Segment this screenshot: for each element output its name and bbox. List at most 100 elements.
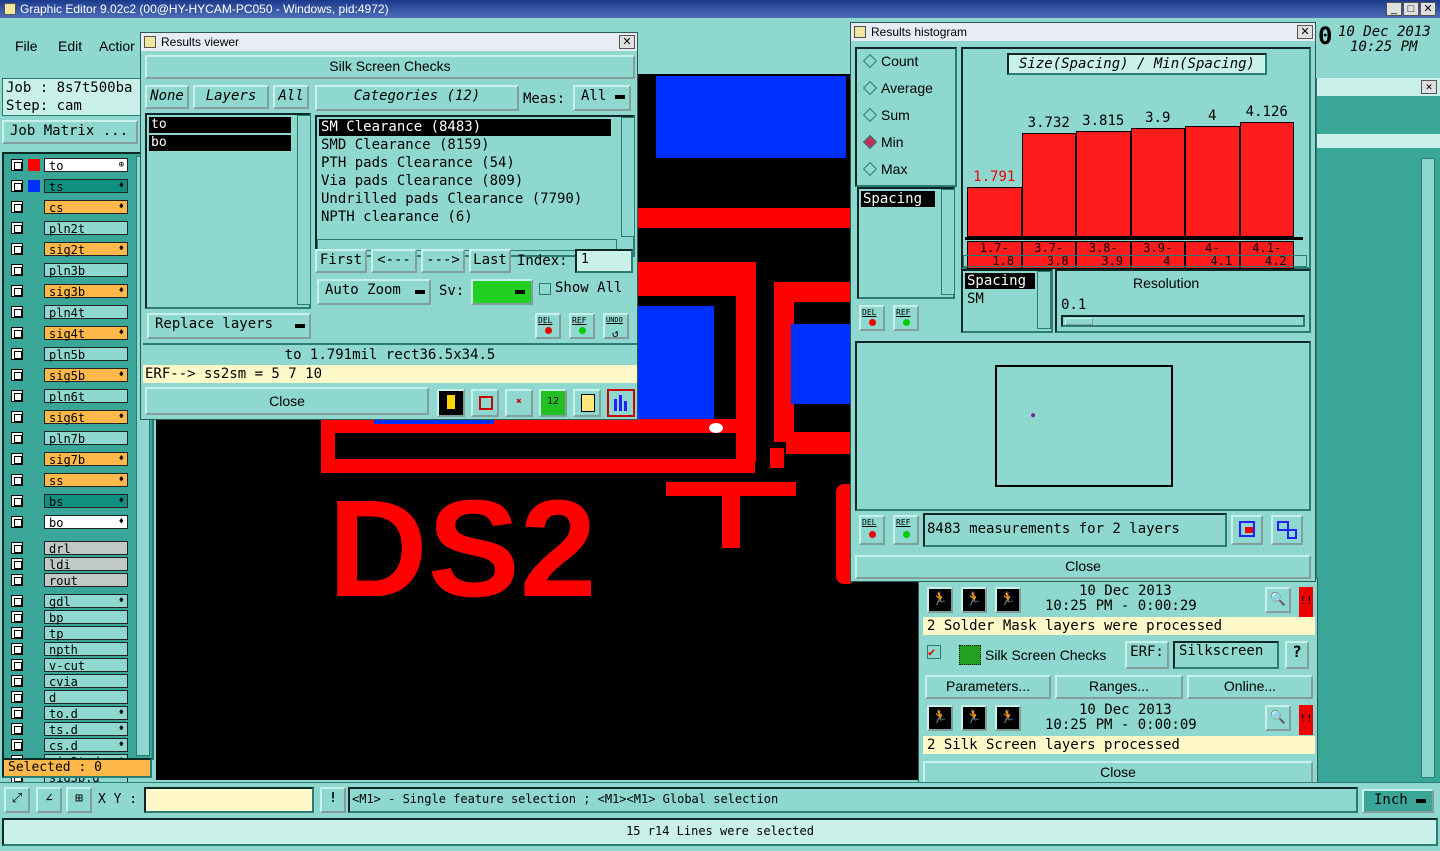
highlight-tool-icon[interactable]	[437, 389, 465, 417]
layer-checkbox[interactable]	[11, 243, 23, 255]
layer-row-sig6t[interactable]: sig6t ♦	[8, 410, 128, 425]
erf-input[interactable]: Silkscreen	[1173, 641, 1279, 669]
zoom-icon[interactable]: 🔍	[1265, 587, 1291, 613]
meas-select[interactable]: All	[573, 85, 631, 111]
layer-row-to-d[interactable]: to.d ♦	[8, 706, 128, 721]
layer-checkbox[interactable]	[11, 659, 23, 671]
chart-hscroll[interactable]	[963, 255, 1307, 267]
all-button[interactable]: All	[273, 85, 309, 109]
layer-row-ss[interactable]: ss ♦	[8, 473, 128, 488]
run-icon[interactable]: 🏃	[927, 705, 953, 731]
report-icon[interactable]	[573, 389, 601, 417]
erf-red-icon[interactable]	[471, 389, 499, 417]
undo-button[interactable]: UNDO ↺	[603, 313, 629, 340]
parameters-button[interactable]: Parameters...	[925, 675, 1051, 699]
layer-checkbox[interactable]	[11, 453, 23, 465]
replace-layers-select[interactable]: Replace layers	[147, 313, 311, 339]
online-button[interactable]: Online...	[1187, 675, 1313, 699]
layer-row-v-cut[interactable]: v-cut	[8, 658, 128, 673]
check-enabled-icon[interactable]: ✔	[927, 645, 941, 659]
layer-row-bs[interactable]: bs ♦	[8, 494, 128, 509]
layer-checkbox[interactable]	[11, 411, 23, 423]
layer-row-pln2t[interactable]: pln2t	[8, 221, 128, 236]
histogram-bar[interactable]	[1076, 131, 1131, 237]
xy-input[interactable]	[144, 787, 314, 813]
categories-scrollbar[interactable]	[621, 117, 635, 237]
stop-run-icon[interactable]: 🏃	[995, 705, 1021, 731]
show-all-checkbox[interactable]	[539, 283, 551, 295]
layer-row-ts[interactable]: ts ♦	[8, 179, 128, 194]
sv-select[interactable]	[471, 279, 533, 305]
none-button[interactable]: None	[145, 85, 189, 109]
layer-checkbox[interactable]	[11, 390, 23, 402]
layer-row-sig5b[interactable]: sig5b ♦	[8, 368, 128, 383]
categories-button[interactable]: Categories (12)	[315, 85, 519, 111]
run-all-icon[interactable]: 🏃	[961, 705, 987, 731]
category-item[interactable]: NPTH clearance (6)	[319, 209, 473, 226]
layer-checkbox[interactable]	[11, 327, 23, 339]
job-matrix-button[interactable]: Job Matrix ...	[2, 120, 138, 144]
layer-checkbox[interactable]	[11, 159, 23, 171]
right-scrollbar[interactable]	[1421, 158, 1435, 778]
histogram-titlebar[interactable]: Results histogram ✕	[851, 23, 1315, 41]
layer-row-cs-d[interactable]: cs.d ♦	[8, 738, 128, 753]
layer-row-sig7b[interactable]: sig7b ♦	[8, 452, 128, 467]
layer-row-drl[interactable]: drl	[8, 541, 128, 556]
histogram-close-button[interactable]: Close	[855, 555, 1311, 579]
layer-checkbox[interactable]	[11, 595, 23, 607]
category-item[interactable]: SMD Clearance (8159)	[319, 137, 490, 154]
zoom-icon[interactable]: 🔍	[1265, 705, 1291, 731]
layer-row-tp[interactable]: tp	[8, 626, 128, 641]
help-button[interactable]: ?	[1285, 641, 1309, 669]
resolution-slider[interactable]	[1061, 315, 1305, 327]
layer-checkbox[interactable]	[11, 542, 23, 554]
layer-checkbox[interactable]	[11, 516, 23, 528]
layer-checkbox[interactable]	[11, 558, 23, 570]
units-select[interactable]: Inch	[1362, 789, 1434, 813]
layer-item-bo[interactable]: bo	[149, 135, 291, 151]
layer-checkbox[interactable]	[11, 611, 23, 623]
layer-row-cvia[interactable]: cvia	[8, 674, 128, 689]
prev-button[interactable]: <---	[371, 249, 417, 273]
step-icon[interactable]: 12	[539, 389, 567, 417]
histogram-bar[interactable]	[967, 187, 1022, 237]
list-scrollbar[interactable]	[941, 189, 955, 295]
histogram-icon[interactable]	[607, 389, 635, 417]
spacing-scrollbar[interactable]	[1037, 271, 1051, 329]
results-viewer-titlebar[interactable]: Results viewer ✕	[141, 33, 637, 51]
run-all-icon[interactable]: 🏃	[961, 587, 987, 613]
layer-checkbox[interactable]	[11, 474, 23, 486]
layer-checkbox[interactable]	[11, 627, 23, 639]
layers-button[interactable]: Layers	[193, 85, 269, 109]
layer-row-pln4t[interactable]: pln4t	[8, 305, 128, 320]
layer-row-cs[interactable]: cs ♦	[8, 200, 128, 215]
layer-row-gdl[interactable]: gdl ♦	[8, 594, 128, 609]
grid-tool-icon[interactable]: ⊞	[66, 787, 92, 813]
last-button[interactable]: Last	[469, 249, 511, 273]
minimize-button[interactable]: _	[1386, 2, 1402, 16]
sm-label[interactable]: SM	[967, 291, 984, 307]
layer-checkbox[interactable]	[11, 306, 23, 318]
layer-checkbox[interactable]	[11, 495, 23, 507]
layer-checkbox[interactable]	[11, 675, 23, 687]
layer-row-bo[interactable]: bo ♦	[8, 515, 128, 530]
erf-button[interactable]: ERF:	[1125, 641, 1169, 669]
histogram-bar[interactable]	[1239, 122, 1294, 237]
hist-ref-button-2[interactable]: REF	[893, 515, 919, 545]
layer-checkbox[interactable]	[11, 574, 23, 586]
menu-edit[interactable]: Edit	[58, 38, 82, 54]
layer-row-pln5b[interactable]: pln5b	[8, 347, 128, 362]
layer-row-pln3b[interactable]: pln3b	[8, 263, 128, 278]
select-tool-icon[interactable]: ⤢	[4, 787, 30, 813]
layers-scrollbar[interactable]	[297, 115, 311, 305]
category-item[interactable]: Undrilled pads Clearance (7790)	[319, 191, 582, 208]
layer-row-rout[interactable]: rout	[8, 573, 128, 588]
layer-checkbox[interactable]	[11, 348, 23, 360]
stop-run-icon[interactable]: 🏃	[995, 587, 1021, 613]
close-icon[interactable]: ✕	[1421, 80, 1437, 94]
layer-checkbox[interactable]	[11, 222, 23, 234]
results-close-button[interactable]: Close	[145, 387, 429, 415]
layer-checkbox[interactable]	[11, 201, 23, 213]
layer-item-to[interactable]: to	[149, 117, 291, 133]
hist-ref-button[interactable]: REF	[893, 305, 919, 331]
